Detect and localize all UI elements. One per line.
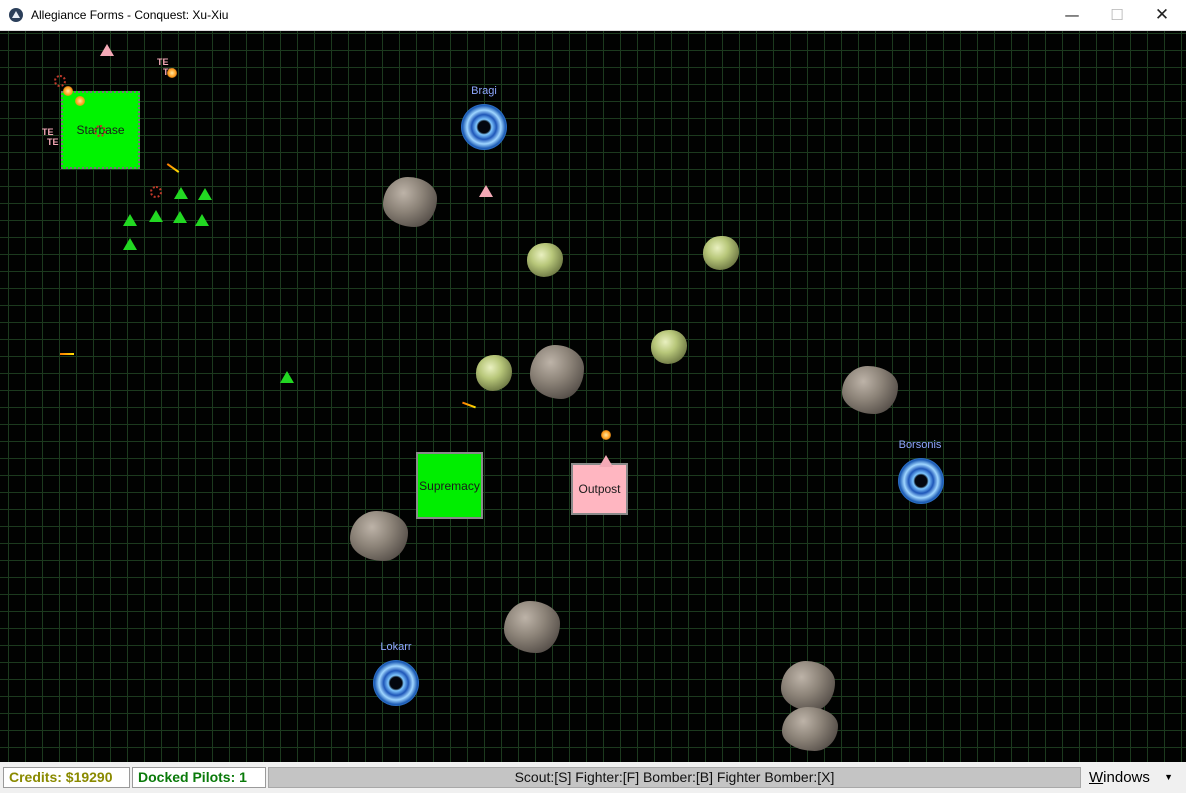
enemy-group-marker[interactable]: TE xyxy=(47,137,59,147)
missile-icon xyxy=(166,163,180,173)
rock-asteroid[interactable] xyxy=(350,511,408,561)
windows-menu-label: indows xyxy=(1103,769,1150,786)
friendly-ship-icon[interactable] xyxy=(174,187,188,199)
station-label-outpost: Outpost xyxy=(578,482,621,496)
minefield-icon xyxy=(94,125,106,137)
close-button[interactable]: ✕ xyxy=(1139,0,1185,30)
rock-asteroid[interactable] xyxy=(782,707,838,751)
friendly-ship-icon[interactable] xyxy=(123,238,137,250)
rock-asteroid[interactable] xyxy=(504,601,560,653)
station-label-supremacy: Supremacy xyxy=(419,478,480,493)
ship-shortcuts-bar: Scout:[S] Fighter:[F] Bomber:[B] Fighter… xyxy=(268,767,1081,788)
explosion-icon xyxy=(167,68,177,78)
friendly-ship-icon[interactable] xyxy=(173,211,187,223)
docked-pilots-panel: Docked Pilots: 1 xyxy=(132,767,266,788)
enemy-ship-icon[interactable] xyxy=(100,44,114,56)
missile-icon xyxy=(462,401,476,409)
rock-asteroid[interactable] xyxy=(530,345,584,399)
aleph-label-borsonis: Borsonis xyxy=(898,439,942,451)
sector-map[interactable]: Bragi Borsonis Lokarr Starbase Supremacy… xyxy=(0,31,1186,762)
aleph-borsonis-icon[interactable] xyxy=(898,458,944,504)
maximize-button[interactable]: ☐ xyxy=(1094,0,1140,30)
friendly-ship-icon[interactable] xyxy=(123,214,137,226)
station-outpost[interactable]: Outpost xyxy=(571,463,628,515)
explosion-icon xyxy=(601,430,611,440)
rock-asteroid[interactable] xyxy=(842,366,898,414)
enemy-ship-icon[interactable] xyxy=(479,185,493,197)
status-bar: Credits: $19290 Docked Pilots: 1 Scout:[… xyxy=(0,762,1186,793)
friendly-ship-icon[interactable] xyxy=(280,371,294,383)
app-icon xyxy=(9,8,23,22)
ore-asteroid[interactable] xyxy=(703,236,739,270)
enemy-group-marker[interactable]: TE xyxy=(157,57,169,67)
friendly-ship-icon[interactable] xyxy=(195,214,209,226)
minefield-icon xyxy=(54,75,66,87)
rock-asteroid[interactable] xyxy=(781,661,835,711)
aleph-label-lokarr: Lokarr xyxy=(380,641,412,653)
enemy-ship-icon[interactable] xyxy=(599,455,613,467)
windows-menu-accelerator: W xyxy=(1089,769,1104,786)
window-title: Allegiance Forms - Conquest: Xu-Xiu xyxy=(31,8,229,22)
missile-icon xyxy=(60,353,74,355)
ore-asteroid[interactable] xyxy=(651,330,687,364)
windows-menu-button[interactable]: Windows ▼ xyxy=(1085,767,1186,788)
friendly-ship-icon[interactable] xyxy=(198,188,212,200)
explosion-icon xyxy=(63,86,73,96)
minefield-icon xyxy=(150,186,162,198)
minimize-button[interactable]: — xyxy=(1049,0,1095,30)
aleph-bragi-icon[interactable] xyxy=(461,104,507,150)
ore-asteroid[interactable] xyxy=(527,243,563,277)
station-supremacy[interactable]: Supremacy xyxy=(416,452,483,519)
friendly-ship-icon[interactable] xyxy=(149,210,163,222)
aleph-label-bragi: Bragi xyxy=(471,85,497,97)
enemy-group-marker[interactable]: TE xyxy=(42,127,54,137)
rock-asteroid[interactable] xyxy=(383,177,437,227)
title-bar: Allegiance Forms - Conquest: Xu-Xiu — ☐ … xyxy=(0,0,1186,31)
aleph-lokarr-icon[interactable] xyxy=(373,660,419,706)
credits-panel: Credits: $19290 xyxy=(3,767,130,788)
chevron-down-icon: ▼ xyxy=(1164,772,1173,782)
ore-asteroid[interactable] xyxy=(476,355,512,391)
explosion-icon xyxy=(75,96,85,106)
